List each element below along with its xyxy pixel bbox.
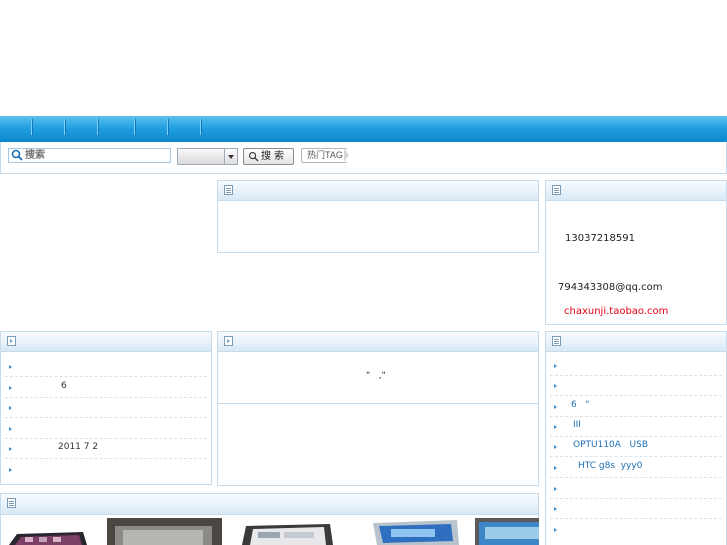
bullet-icon (554, 384, 557, 388)
nav-separator (31, 119, 33, 135)
list-item[interactable] (5, 459, 207, 479)
product-thumbnail[interactable] (475, 518, 539, 545)
list-item-label[interactable]: 6 (61, 381, 67, 391)
list-item[interactable] (550, 355, 722, 376)
document-icon (224, 185, 233, 195)
arrow-icon (7, 336, 16, 346)
product-thumbnail[interactable] (238, 523, 334, 545)
main-nav-bar (0, 116, 727, 142)
product-thumbnail[interactable] (371, 519, 459, 545)
bullet-icon (9, 468, 12, 472)
nav-separator (134, 119, 136, 135)
panel-header (546, 332, 726, 352)
list-item[interactable]: 2011 7 2 (5, 438, 207, 459)
list-item[interactable] (550, 478, 722, 499)
panel-header (1, 494, 538, 515)
nav-separator (167, 119, 169, 135)
tag-arrow-icon (344, 148, 349, 162)
bullet-icon (554, 507, 557, 511)
list-item-label[interactable]: 2011 7 2 (58, 442, 98, 452)
bullet-icon (554, 445, 557, 449)
bullet-icon (9, 406, 12, 410)
bullet-icon (554, 487, 557, 491)
chevron-down-icon[interactable] (224, 149, 237, 164)
bullet-icon (9, 447, 12, 451)
center-panel-body (217, 404, 539, 486)
arrow-icon (224, 336, 233, 346)
list-item[interactable] (550, 498, 722, 519)
list-item[interactable]: OPTU110A USB (550, 436, 722, 457)
list-item-label[interactable]: OPTU110A USB (573, 440, 648, 450)
document-icon (7, 498, 16, 508)
bullet-icon (554, 528, 557, 532)
contact-email[interactable]: 794343308@qq.com (558, 282, 663, 293)
bullet-icon (9, 365, 12, 369)
list-item-label[interactable]: HTC g8s yyy0 (578, 461, 642, 471)
list-item[interactable]: 6 " (550, 396, 722, 417)
document-icon (552, 336, 561, 346)
panel-header (1, 332, 211, 352)
center-panel-text: " ," (366, 371, 386, 381)
search-bar: 搜索 热门TAG (0, 142, 727, 174)
list-item[interactable] (5, 397, 207, 418)
product-thumbnail[interactable] (107, 518, 222, 545)
bullet-icon (9, 427, 12, 431)
bullet-icon (554, 466, 557, 470)
left-list-panel: 6 2011 7 2 (0, 331, 212, 485)
news-panel (217, 180, 539, 253)
list-item[interactable]: III (550, 416, 722, 437)
bullet-icon (554, 405, 557, 409)
product-thumbnail[interactable] (3, 528, 88, 545)
shop-link[interactable]: chaxunji.taobao.com (564, 306, 668, 317)
right-list-panel: 6 " III OPTU110A USB HTC g8s yyy0 (545, 331, 727, 545)
bullet-icon (554, 364, 557, 368)
panel-header (546, 181, 726, 201)
search-category-select[interactable] (177, 148, 238, 165)
panel-header (218, 181, 538, 201)
hot-tag-link[interactable]: 热门TAG (301, 148, 347, 163)
list-item-label[interactable]: III (573, 420, 581, 430)
list-item[interactable]: HTC g8s yyy0 (550, 457, 722, 478)
nav-separator (64, 119, 66, 135)
contact-panel: 13037218591 794343308@qq.com chaxunji.ta… (545, 180, 727, 325)
search-icon (11, 149, 23, 161)
list-item[interactable]: 6 (5, 377, 207, 398)
center-panel: " ," (217, 331, 539, 404)
contact-phone: 13037218591 (565, 233, 635, 244)
list-item[interactable] (550, 519, 722, 539)
list-item-label[interactable]: 6 " (571, 400, 589, 410)
list-item[interactable] (5, 356, 207, 377)
bullet-icon (9, 386, 12, 390)
bullet-icon (554, 425, 557, 429)
panel-header (218, 332, 538, 352)
nav-separator (97, 119, 99, 135)
search-input[interactable] (8, 148, 171, 163)
list-item[interactable] (550, 375, 722, 396)
magnifier-icon (249, 152, 259, 162)
list-item[interactable] (5, 418, 207, 439)
document-icon (552, 185, 561, 195)
nav-separator (200, 119, 202, 135)
